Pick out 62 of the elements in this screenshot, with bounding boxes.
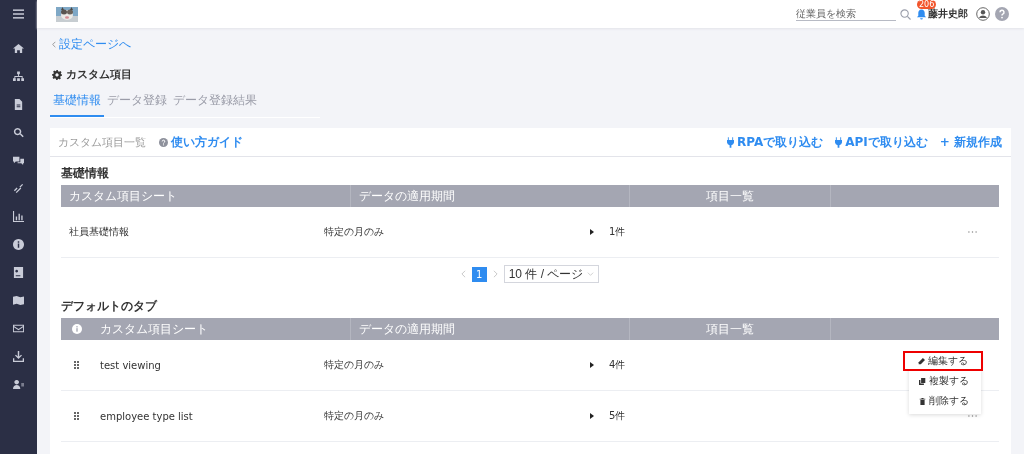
table-cell: 5件 [609,409,626,423]
column-header: カスタム項目シート [69,187,177,205]
copy-icon [919,377,926,385]
chart-icon[interactable] [13,211,24,222]
menu-item[interactable]: 削除する [909,391,981,411]
table-cell: 特定の月のみ [324,358,384,372]
section-title: 基礎情報 [61,165,110,182]
book-icon[interactable] [13,267,24,278]
table-cell: 特定の月のみ [324,409,384,423]
plug-icon [835,136,843,148]
tab[interactable]: 基礎情報 [50,92,104,117]
guide-link[interactable]: 使い方ガイド [171,133,243,151]
pencil-icon [918,357,925,365]
user-icon[interactable] [976,7,990,21]
drag-handle-icon[interactable] [74,412,79,420]
search-field[interactable]: 従業員を検索 [796,7,896,21]
download-icon[interactable] [13,351,24,362]
mail-icon[interactable] [13,323,24,334]
users-icon[interactable] [13,379,24,390]
table-cell: 特定の月のみ [324,225,384,239]
bell-icon[interactable] [916,8,927,20]
trash-icon [919,397,926,405]
chat-icon[interactable] [13,155,24,166]
caret-icon [587,272,595,276]
info-icon[interactable] [13,239,24,250]
column-header: カスタム項目シート [100,320,208,338]
section-title: デフォルトのタブ [61,298,159,315]
search-icon[interactable] [13,127,24,138]
column-header: 項目一覧 [706,187,754,205]
table-cell: test viewing [100,359,161,371]
drag-handle-icon[interactable] [74,361,79,369]
table-cell: 4件 [609,358,626,372]
action-link[interactable]: APIで取り込む [845,133,928,151]
action-link[interactable]: RPAで取り込む [737,133,824,151]
table-cell: employee type list [100,410,193,422]
user-name[interactable]: 藤井史郎 [928,7,968,21]
card-title: カスタム項目一覧 [58,134,146,150]
back-link[interactable]: 設定ページへ [52,36,1011,53]
column-header: データの適用期間 [359,320,455,338]
page-size-select[interactable]: 10 件 / ページ [503,265,600,283]
expand-icon[interactable] [590,229,594,235]
menu-item[interactable]: 複製する [909,371,981,391]
column-header: 項目一覧 [706,320,754,338]
menu-icon[interactable] [13,9,24,19]
notification-badge: 206 [917,0,937,9]
tab[interactable]: データ登録結果 [170,92,260,117]
menu-item[interactable]: 編集する [903,351,983,371]
info-icon [71,324,82,334]
table-cell: 社員基礎情報 [69,225,129,239]
page-button[interactable]: 1 [471,266,487,282]
action-link[interactable]: + 新規作成 [939,133,1002,151]
gear-icon [52,69,62,80]
page-title: カスタム項目 [66,67,132,82]
chevron-left-icon [52,41,56,48]
plug-icon [727,136,734,148]
expand-icon[interactable] [590,413,594,419]
home-icon[interactable] [13,43,24,54]
tab[interactable]: データ登録 [104,92,170,117]
expand-icon[interactable] [590,362,594,368]
column-header: データの適用期間 [359,187,455,205]
table-cell: 1件 [609,225,626,239]
help-icon [159,137,168,147]
